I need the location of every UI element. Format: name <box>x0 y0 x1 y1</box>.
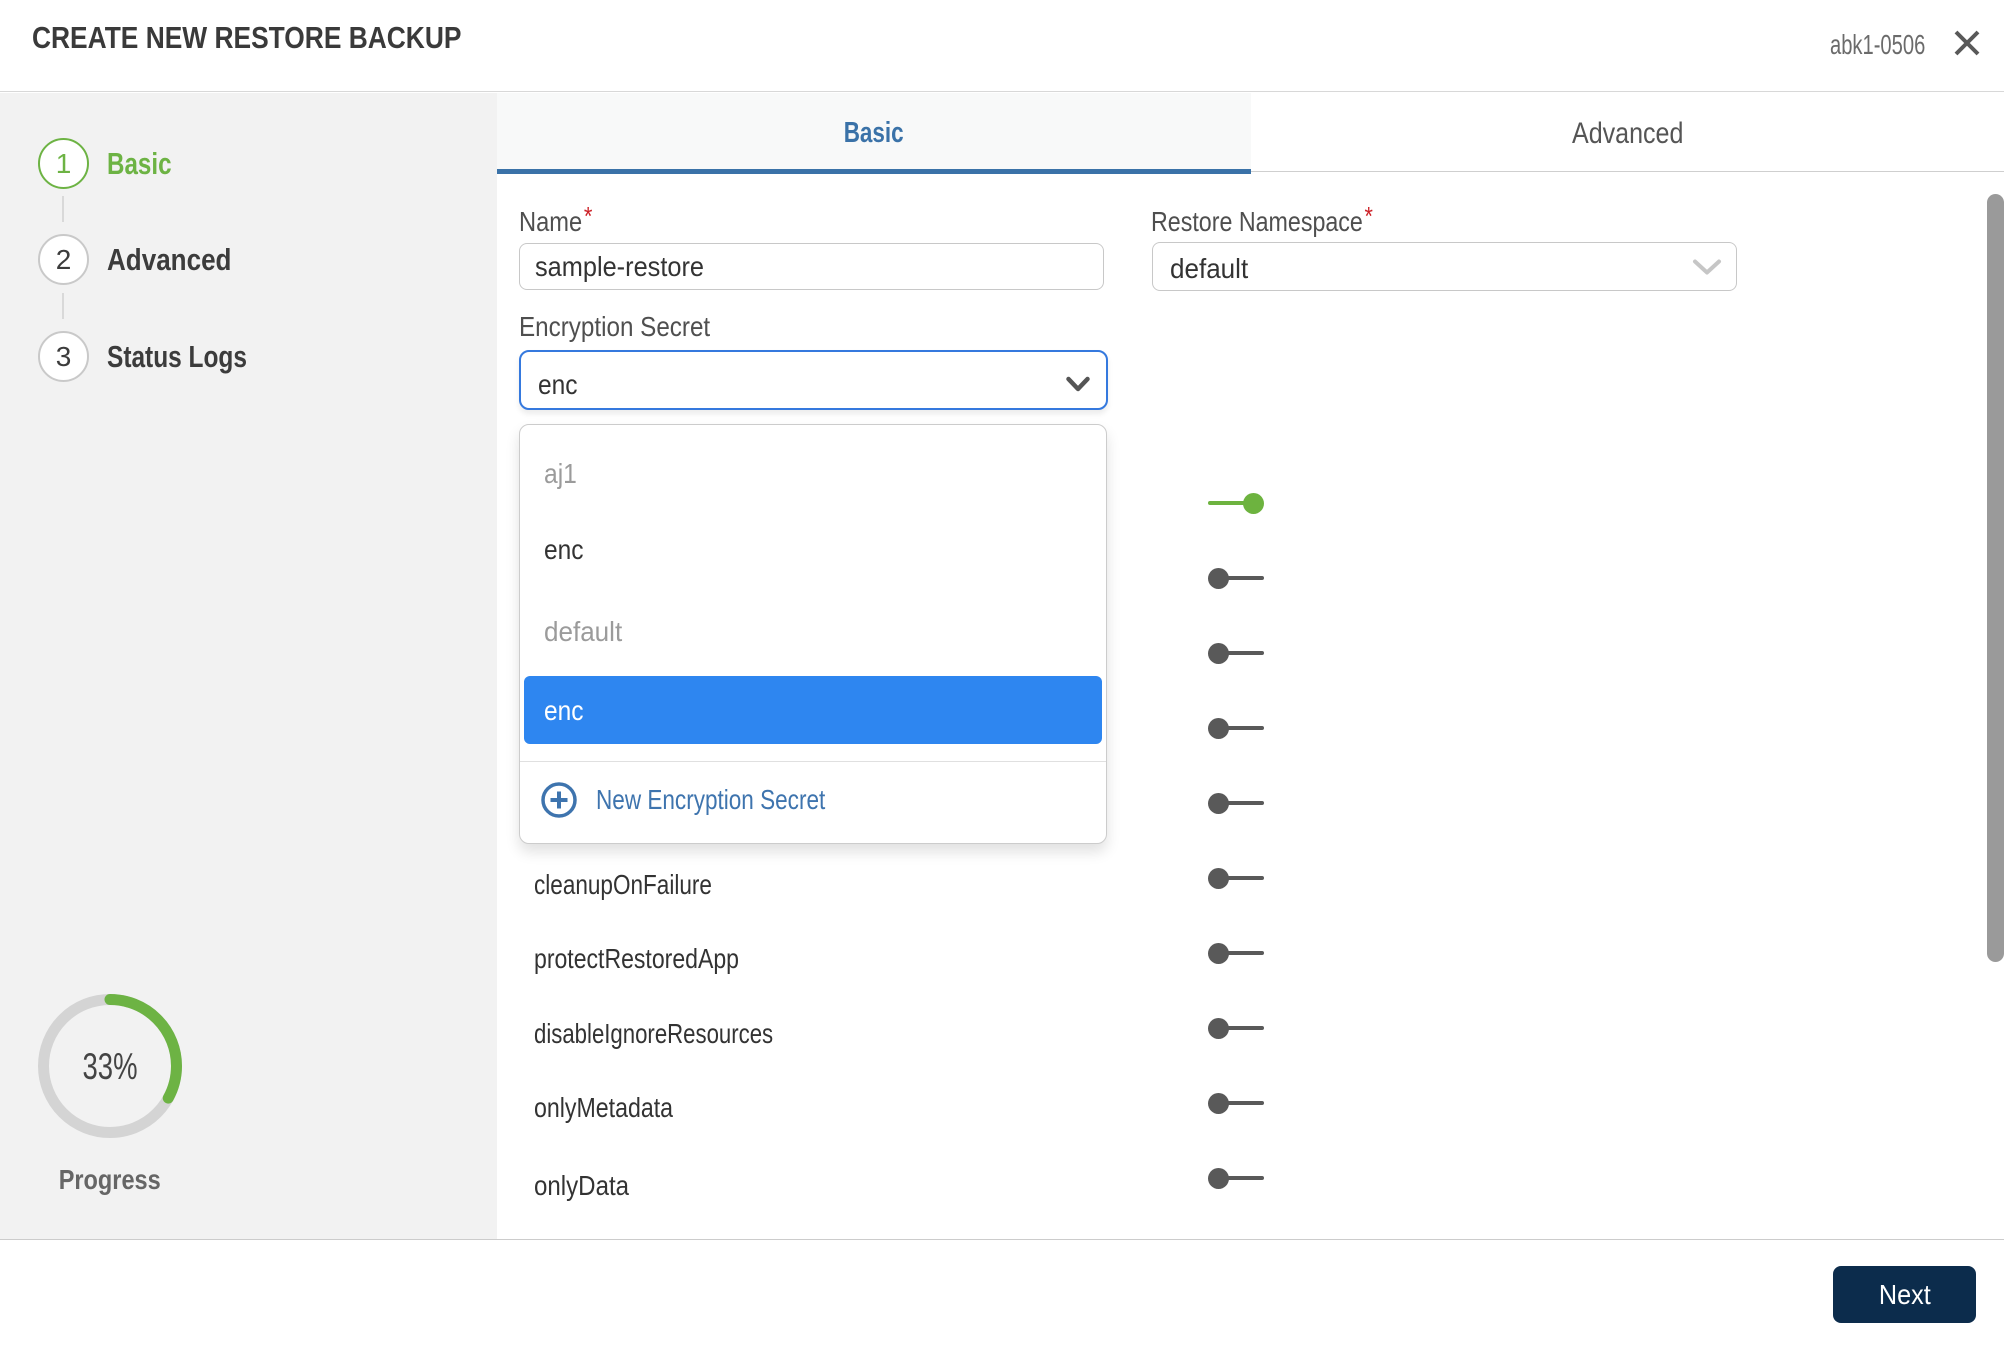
svg-text:33%: 33% <box>83 1046 138 1087</box>
